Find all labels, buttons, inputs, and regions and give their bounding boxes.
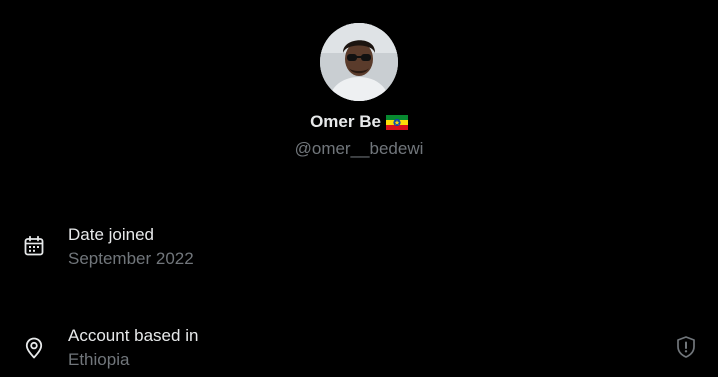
account-based-in-label: Account based in: [68, 326, 199, 345]
avatar-image: [320, 23, 398, 101]
date-joined-value: September 2022: [68, 249, 194, 268]
profile-name-row: Omer Be: [0, 112, 718, 132]
account-based-in-value: Ethiopia: [68, 350, 130, 369]
date-joined-label: Date joined: [68, 225, 155, 244]
profile-display-name: Omer Be: [310, 112, 381, 131]
shield-info-icon[interactable]: [673, 334, 699, 360]
location-pin-icon: [25, 337, 43, 359]
ethiopia-flag-icon: [385, 114, 408, 130]
profile-handle: @omer__bedewi: [294, 139, 424, 158]
calendar-icon: [24, 235, 44, 256]
profile-avatar[interactable]: [320, 23, 398, 101]
account-based-in-row: Account based in Ethiopia: [0, 325, 718, 377]
date-joined-row: Date joined September 2022: [0, 224, 718, 276]
